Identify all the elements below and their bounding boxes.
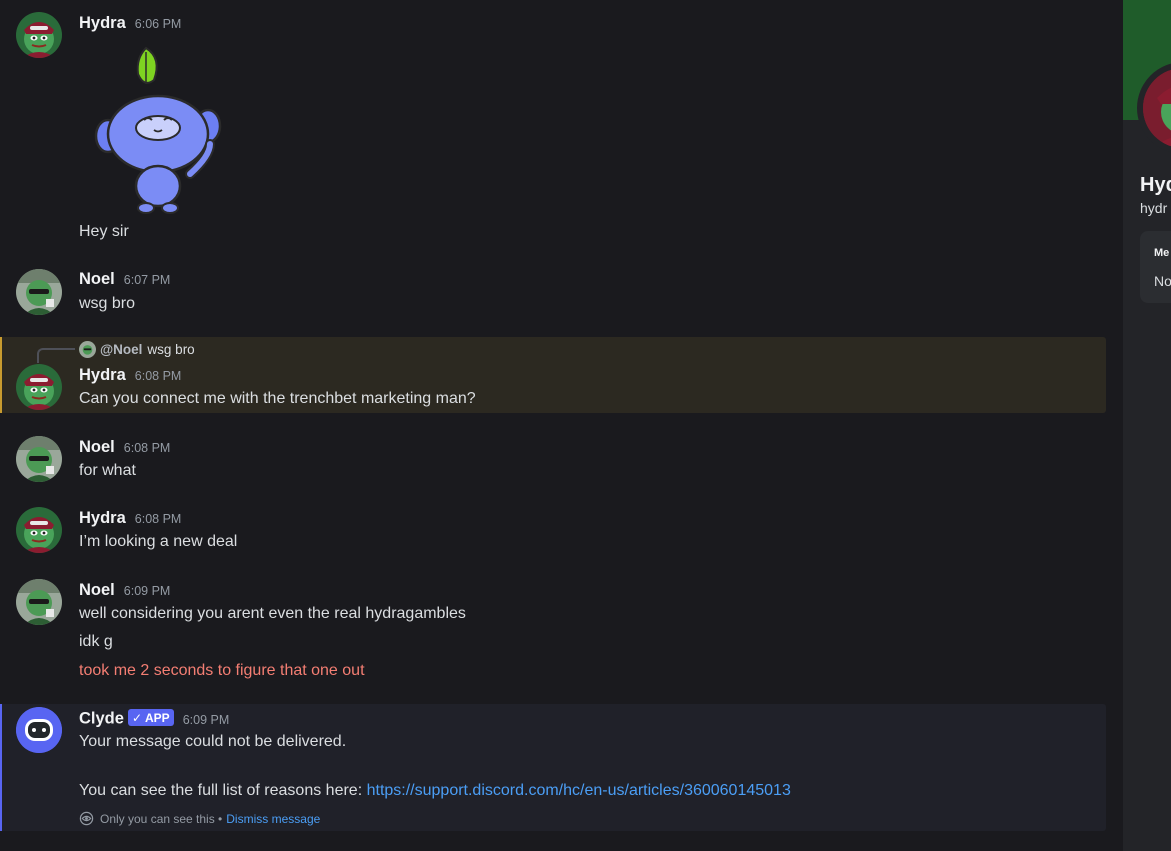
message-content: well considering you arent even the real… <box>79 605 466 622</box>
message-author[interactable]: Noel 6:07 PM <box>79 270 170 289</box>
message-timestamp: 6:09 PM <box>182 712 230 727</box>
profile-username: hydr <box>1140 200 1168 216</box>
profile-card-note: No <box>1154 273 1171 289</box>
reply-preview[interactable]: wsg bro <box>147 342 194 357</box>
message-timestamp: 6:08 PM <box>134 512 182 526</box>
message-timestamp: 6:08 PM <box>123 441 171 455</box>
clyde-avatar[interactable] <box>16 707 62 753</box>
wumpus-sticker[interactable] <box>92 44 224 214</box>
message-content: Can you connect me with the trenchbet ma… <box>79 390 476 407</box>
profile-panel: Hyd hydr Me No <box>1123 0 1171 851</box>
message-author[interactable]: Clyde ✓ APP 6:09 PM <box>79 709 229 729</box>
message-content: Your message could not be delivered. <box>79 733 347 750</box>
message-content: You can see the full list of reasons her… <box>79 782 791 799</box>
verified-check-icon: ✓ <box>131 710 142 725</box>
reply-connector <box>37 348 75 363</box>
message-author[interactable]: Noel 6:08 PM <box>79 438 170 457</box>
message-author[interactable]: Hydra 6:08 PM <box>79 509 181 528</box>
hydra-avatar[interactable] <box>16 364 62 410</box>
reply-context[interactable]: @Noel wsg bro <box>79 340 195 358</box>
message-author[interactable]: Hydra 6:06 PM <box>79 14 181 33</box>
noel-reply-avatar <box>79 340 96 358</box>
eye-icon <box>79 811 94 826</box>
noel-avatar[interactable] <box>16 269 62 315</box>
message-content: Hey sir <box>79 223 129 240</box>
message-timestamp: 6:08 PM <box>134 369 182 383</box>
profile-display-name: Hyd <box>1140 174 1171 196</box>
support-link[interactable]: https://support.discord.com/hc/en-us/art… <box>367 782 791 799</box>
message-timestamp: 6:07 PM <box>123 273 171 287</box>
message-content-failed: took me 2 seconds to figure that one out <box>79 662 365 679</box>
message-content: for what <box>79 462 136 479</box>
message-content: wsg bro <box>79 295 136 312</box>
noel-avatar[interactable] <box>16 436 62 482</box>
message-author[interactable]: Hydra 6:08 PM <box>79 366 181 385</box>
message-content: idk g <box>79 633 113 650</box>
chat-area: Hydra 6:06 PM Hey sir Noel 6:07 PM wsg b… <box>0 0 1123 851</box>
dismiss-message-link[interactable]: Dismiss message <box>226 812 320 826</box>
app-badge: ✓ APP <box>127 709 174 726</box>
noel-avatar[interactable] <box>16 579 62 625</box>
reply-mention[interactable]: @Noel <box>100 342 142 357</box>
profile-info-card: Me No <box>1140 231 1171 303</box>
message-author[interactable]: Noel 6:09 PM <box>79 581 170 600</box>
profile-card-title: Me <box>1154 247 1170 259</box>
ephemeral-note: Only you can see this • Dismiss message <box>79 811 320 826</box>
message-timestamp: 6:09 PM <box>123 584 171 598</box>
hydra-avatar[interactable] <box>16 12 62 58</box>
message-timestamp: 6:06 PM <box>134 17 182 31</box>
hydra-avatar[interactable] <box>16 507 62 553</box>
message-content: I’m looking a new deal <box>79 533 238 550</box>
